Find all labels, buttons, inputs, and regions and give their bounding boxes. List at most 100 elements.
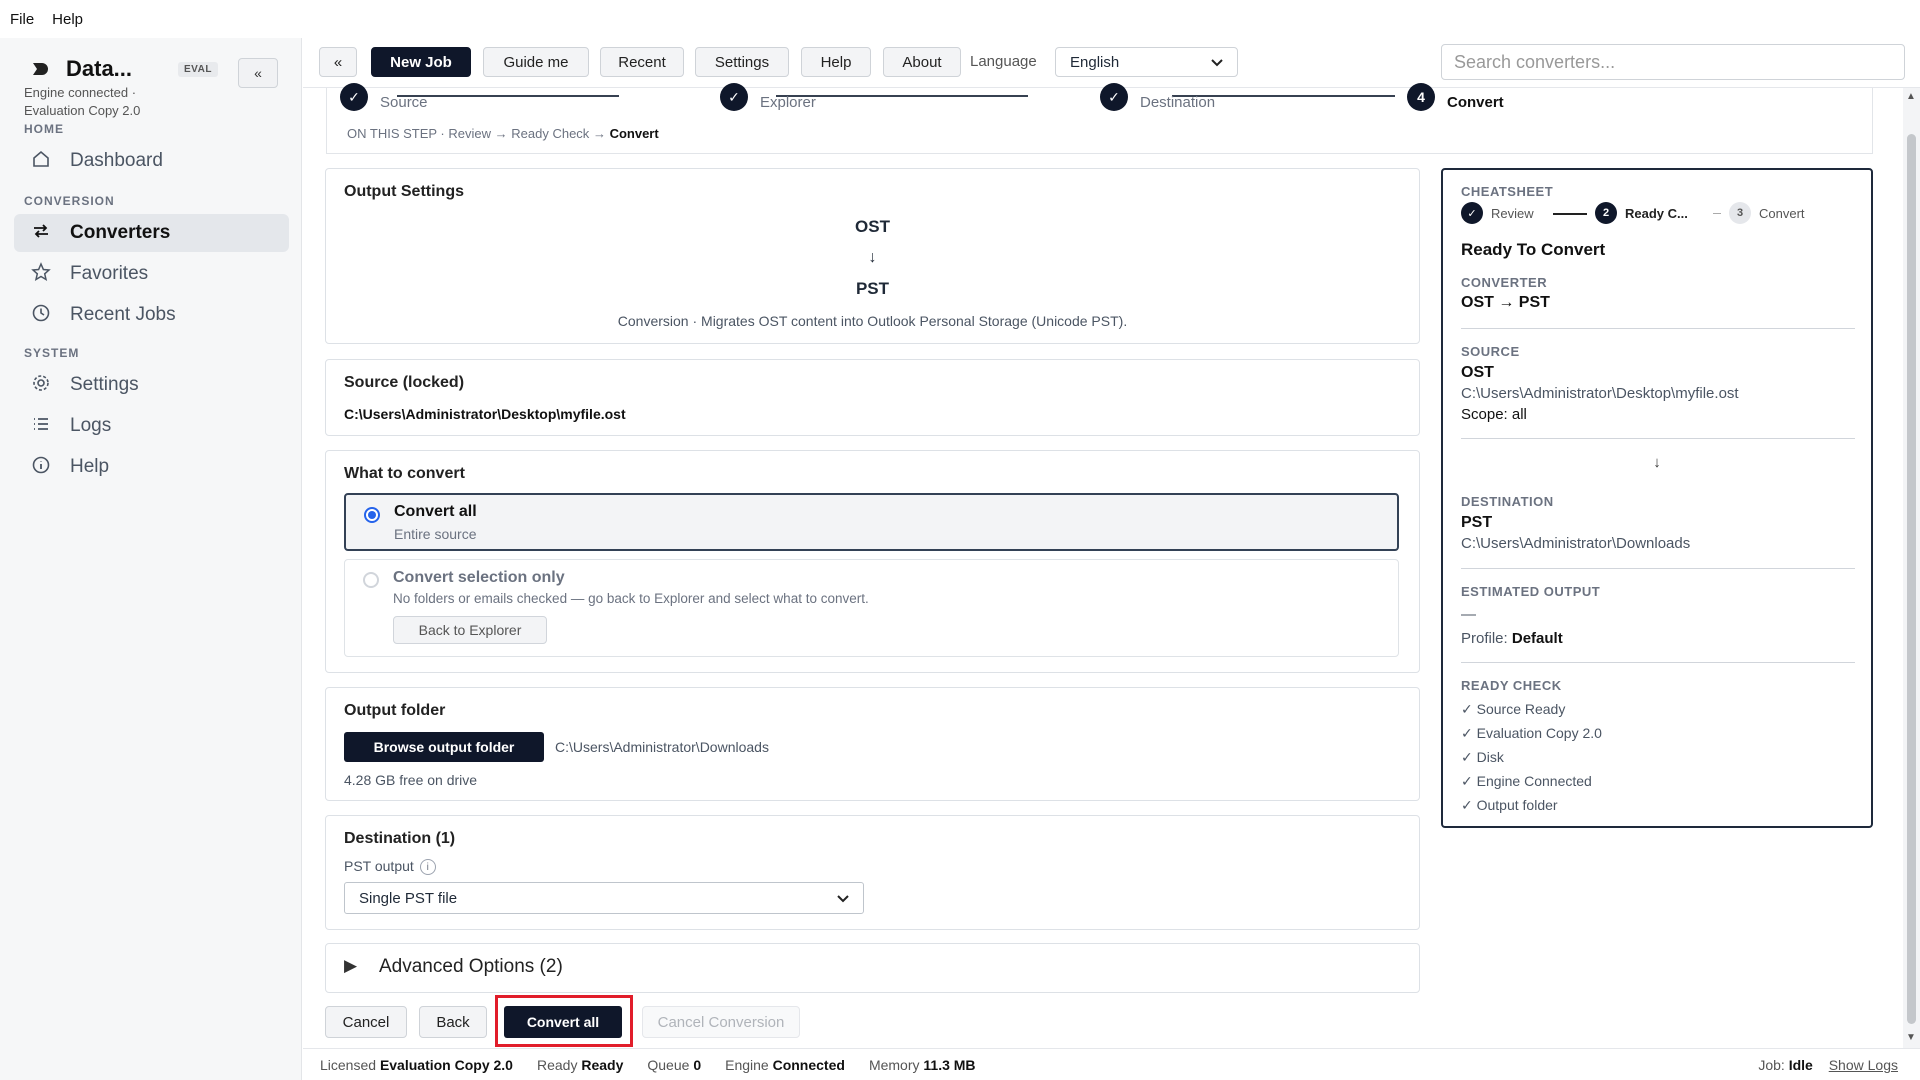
convert-all-label: Convert all <box>394 503 477 520</box>
cheatsheet-title: CHEATSHEET <box>1461 184 1554 199</box>
app-title: Data... <box>66 56 133 81</box>
pst-output-text: PST output <box>344 858 414 874</box>
cheatsheet-heading: Ready To Convert <box>1461 240 1606 259</box>
recent-button[interactable]: Recent <box>600 47 684 77</box>
sidebar-collapse-button[interactable]: « <box>238 58 278 88</box>
status-value: Idle <box>1788 1057 1813 1073</box>
sidebar-item-label: Dashboard <box>70 150 163 171</box>
sidebar-item-recent-jobs[interactable]: Recent Jobs <box>14 296 289 334</box>
mini-step-connector <box>1553 213 1587 215</box>
scroll-down-icon[interactable]: ▼ <box>1906 1032 1916 1043</box>
mini-step-ready-check: 2 Ready C... <box>1595 202 1688 224</box>
profile: Profile: Default <box>1461 630 1563 647</box>
on-step-convert: Convert <box>609 126 659 141</box>
pst-output-label: PST output i <box>344 858 436 876</box>
convert-all-button[interactable]: Convert all <box>504 1006 622 1038</box>
output-folder-card: Output folder Browse output folder C:\Us… <box>325 687 1420 801</box>
about-button[interactable]: About <box>883 47 961 77</box>
search-input[interactable]: Search converters... <box>1441 44 1905 80</box>
toolbar: « New Job Guide me Recent Settings Help … <box>303 38 1920 88</box>
toolbar-collapse-button[interactable]: « <box>319 47 357 77</box>
swap-icon <box>30 221 52 246</box>
pst-output-select[interactable]: Single PST file <box>344 882 864 914</box>
convert-all-radio[interactable] <box>364 507 380 523</box>
show-logs-link[interactable]: Show Logs <box>1829 1057 1898 1073</box>
cancel-button[interactable]: Cancel <box>325 1006 407 1038</box>
sidebar-item-logs[interactable]: Logs <box>14 407 289 445</box>
status-label: Ready <box>536 1056 578 1073</box>
status-label: Memory <box>868 1056 920 1073</box>
arrow-down-icon: ↓ <box>1653 454 1661 471</box>
status-value: Connected <box>772 1056 845 1073</box>
sidebar-item-dashboard[interactable]: Dashboard <box>14 142 289 180</box>
nav-section-system: SYSTEM <box>24 346 80 360</box>
menu-help[interactable]: Help <box>52 11 83 28</box>
mini-step-review: ✓ Review <box>1461 202 1534 224</box>
back-to-explorer-button[interactable]: Back to Explorer <box>393 616 547 644</box>
arrow-down-icon: ↓ <box>868 249 877 266</box>
status-job: Job: Idle Show Logs <box>1758 1057 1898 1073</box>
menu-file[interactable]: File <box>10 11 34 28</box>
list-icon <box>30 414 52 439</box>
convert-selection-radio[interactable] <box>363 572 379 588</box>
back-button[interactable]: Back <box>419 1006 487 1038</box>
status-memory: Memory 11.3 MB <box>869 1057 976 1073</box>
help-button[interactable]: Help <box>801 47 871 77</box>
sidebar-item-converters[interactable]: Converters <box>14 214 289 252</box>
estimated-output-label: ESTIMATED OUTPUT <box>1461 584 1601 599</box>
source-path: C:\Users\Administrator\Desktop\myfile.os… <box>1461 385 1739 402</box>
status-ready: Ready Ready <box>537 1057 623 1073</box>
clock-icon <box>30 303 52 328</box>
source-path: C:\Users\Administrator\Desktop\myfile.os… <box>344 406 626 422</box>
chevron-down-icon <box>837 890 849 907</box>
destination-path: C:\Users\Administrator\Downloads <box>1461 535 1691 552</box>
step-label: Convert <box>1447 93 1504 111</box>
convert-selection-sub: No folders or emails checked — go back t… <box>393 591 869 606</box>
advanced-options[interactable]: ▶ Advanced Options (2) <box>325 943 1420 993</box>
step-convert[interactable]: 4 Convert <box>1407 83 1504 112</box>
mini-step-connector <box>1713 213 1721 214</box>
guide-me-button[interactable]: Guide me <box>483 47 589 77</box>
browse-output-folder-button[interactable]: Browse output folder <box>344 732 544 762</box>
sidebar-item-label: Logs <box>70 415 112 436</box>
language-select[interactable]: English <box>1055 47 1238 77</box>
status-value: Ready <box>581 1056 624 1073</box>
step-destination[interactable]: ✓ Destination <box>1100 83 1215 112</box>
profile-value: Default <box>1511 630 1563 647</box>
check-item: ✓ Disk <box>1461 749 1504 765</box>
brand: Data... EVAL « Engine connected · Evalua… <box>24 48 294 118</box>
language-label: Language <box>970 53 1037 70</box>
gear-icon <box>30 373 52 398</box>
step-explorer[interactable]: ✓ Explorer <box>720 83 816 112</box>
source-format: OST <box>1461 364 1494 381</box>
scroll-thumb[interactable] <box>1907 134 1916 1024</box>
free-space: 4.28 GB free on drive <box>344 772 478 788</box>
cancel-conversion-button[interactable]: Cancel Conversion <box>642 1006 800 1038</box>
convert-all-sub: Entire source <box>394 526 477 542</box>
pst-output-value: Single PST file <box>359 889 458 907</box>
step-connector <box>397 95 619 97</box>
step-source[interactable]: ✓ Source <box>340 83 428 112</box>
sidebar-item-label: Favorites <box>70 263 149 284</box>
advanced-options-label: Advanced Options (2) <box>379 956 563 977</box>
chevron-down-icon <box>1211 54 1223 71</box>
conversion-description: Conversion · Migrates OST content into O… <box>617 313 1128 329</box>
convert-all-option[interactable]: Convert all Entire source <box>344 493 1399 551</box>
star-icon <box>30 261 52 287</box>
on-step-ready-check: Ready Check <box>511 126 590 141</box>
expand-triangle-icon: ▶ <box>344 956 358 975</box>
status-value: 11.3 MB <box>923 1056 976 1073</box>
main-scrollbar[interactable]: ▲ ▼ <box>1903 88 1920 1048</box>
new-job-button[interactable]: New Job <box>371 47 471 77</box>
sidebar-item-help[interactable]: Help <box>14 448 289 486</box>
convert-selection-option[interactable]: Convert selection only No folders or ema… <box>344 559 1399 657</box>
cheatsheet-panel: CHEATSHEET ✓ Review 2 Ready C... 3 Conve… <box>1441 168 1873 828</box>
settings-button[interactable]: Settings <box>695 47 789 77</box>
scroll-up-icon[interactable]: ▲ <box>1906 91 1916 102</box>
info-icon[interactable]: i <box>419 859 436 876</box>
sidebar-item-settings[interactable]: Settings <box>14 366 289 404</box>
output-folder-path: C:\Users\Administrator\Downloads <box>555 739 769 755</box>
divider <box>1461 438 1855 439</box>
check-icon: ✓ <box>340 83 368 111</box>
sidebar-item-favorites[interactable]: Favorites <box>14 255 289 293</box>
